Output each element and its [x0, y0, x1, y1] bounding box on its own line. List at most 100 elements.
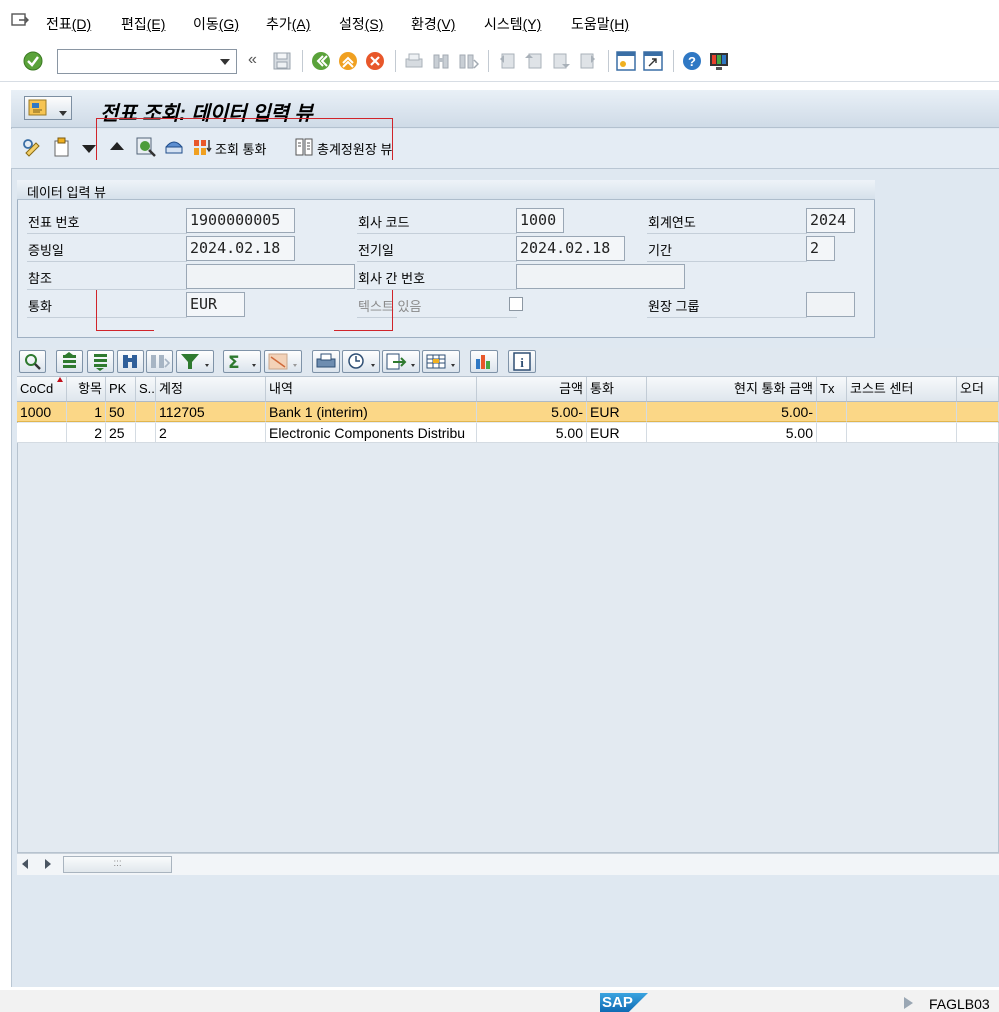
menu-extras[interactable]: 추가(A): [266, 14, 310, 34]
company-code-field[interactable]: 1000: [516, 208, 564, 233]
column-header[interactable]: 내역: [266, 377, 477, 402]
previous-page-icon: [525, 53, 542, 69]
column-header[interactable]: 오더: [957, 377, 999, 402]
currency-field[interactable]: EUR: [186, 292, 245, 317]
cell-s[interactable]: [136, 423, 156, 443]
cancel-icon[interactable]: [364, 50, 386, 72]
cell-tx[interactable]: [817, 402, 847, 422]
exit-icon[interactable]: [337, 50, 359, 72]
print-preview-button[interactable]: [312, 350, 340, 373]
cell-currency[interactable]: EUR: [587, 423, 647, 443]
find-grid-button[interactable]: [117, 350, 144, 373]
help-icon[interactable]: ?: [681, 50, 703, 72]
menu-goto[interactable]: 이동(G): [193, 14, 239, 34]
command-input[interactable]: [58, 50, 208, 73]
total-button[interactable]: Σ: [223, 350, 261, 373]
cell-item[interactable]: 1: [67, 402, 106, 422]
doc-number-field[interactable]: 1900000005: [186, 208, 295, 233]
export-button[interactable]: [382, 350, 420, 373]
cell-account[interactable]: 2: [156, 423, 266, 443]
column-header[interactable]: 계정: [156, 377, 266, 402]
sum-icon: Σ: [228, 353, 256, 373]
other-document-icon[interactable]: [51, 136, 73, 158]
display-header-icon[interactable]: [163, 137, 185, 157]
cell-pk[interactable]: 50: [106, 402, 136, 422]
views-button[interactable]: [342, 350, 380, 373]
column-header[interactable]: Tx: [817, 377, 847, 402]
graphic-button[interactable]: [470, 350, 498, 373]
menu-toggle-icon[interactable]: [10, 12, 30, 30]
cell-s[interactable]: [136, 402, 156, 422]
customize-layout-icon[interactable]: [708, 50, 730, 72]
doc-date-field[interactable]: 2024.02.18: [186, 236, 295, 261]
column-header[interactable]: 현지 통화 금액: [647, 377, 817, 402]
cell-cocd[interactable]: 1000: [17, 402, 67, 422]
text-exists-checkbox[interactable]: [509, 297, 523, 311]
enter-check-icon[interactable]: [22, 50, 44, 72]
general-ledger-view-button[interactable]: 총계정원장 뷰: [317, 139, 392, 158]
sort-ascending-button[interactable]: [56, 350, 83, 373]
posting-date-field[interactable]: 2024.02.18: [516, 236, 625, 261]
shortcut-icon[interactable]: [642, 50, 664, 72]
scroll-right-icon[interactable]: [45, 859, 51, 869]
fiscal-year-field[interactable]: 2024: [806, 208, 855, 233]
bar-chart-icon: [476, 355, 490, 369]
scroll-thumb[interactable]: :::: [63, 856, 172, 873]
period-field[interactable]: 2: [806, 236, 835, 261]
cell-local-amount[interactable]: 5.00-: [647, 402, 817, 422]
save-icon[interactable]: [271, 50, 293, 72]
cell-cost-center[interactable]: [847, 423, 957, 443]
back-icon[interactable]: [310, 50, 332, 72]
document-overview-icon[interactable]: [135, 136, 159, 158]
cell-account[interactable]: 112705: [156, 402, 266, 422]
status-expand-icon[interactable]: [904, 997, 913, 1009]
intercompany-field[interactable]: [516, 264, 685, 289]
menu-help[interactable]: 도움말(H): [571, 14, 629, 34]
cell-pk[interactable]: 25: [106, 423, 136, 443]
cell-currency[interactable]: EUR: [587, 402, 647, 422]
cell-tx[interactable]: [817, 423, 847, 443]
cell-amount[interactable]: 5.00: [477, 423, 587, 443]
cell-text[interactable]: Electronic Components Distribu: [266, 423, 477, 443]
cell-order[interactable]: [957, 423, 999, 443]
cell-local-amount[interactable]: 5.00: [647, 423, 817, 443]
display-currency-button[interactable]: 조회 통화: [215, 139, 266, 158]
column-header[interactable]: 항목: [67, 377, 106, 402]
layout-button[interactable]: [422, 350, 460, 373]
menu-environment[interactable]: 환경(V): [411, 14, 455, 34]
command-dropdown-icon[interactable]: [220, 59, 230, 65]
cell-order[interactable]: [957, 402, 999, 422]
menu-system[interactable]: 시스템(Y): [484, 14, 541, 34]
cell-item[interactable]: 2: [67, 423, 106, 443]
cell-cost-center[interactable]: [847, 402, 957, 422]
command-field[interactable]: [57, 49, 237, 74]
screen-menu-button[interactable]: [24, 96, 72, 120]
menu-settings[interactable]: 설정(S): [339, 14, 383, 34]
menu-document[interactable]: 전표(D): [46, 14, 91, 34]
general-ledger-view-icon[interactable]: [294, 136, 316, 158]
display-change-icon[interactable]: [22, 137, 44, 159]
cell-text[interactable]: Bank 1 (interim): [266, 402, 477, 422]
collapse-icon[interactable]: «: [248, 51, 257, 69]
column-header[interactable]: 금액: [477, 377, 587, 402]
sort-descending-button[interactable]: [87, 350, 114, 373]
display-currency-icon[interactable]: [192, 136, 214, 158]
column-header[interactable]: PK: [106, 377, 136, 402]
new-session-icon[interactable]: [615, 50, 637, 72]
column-header[interactable]: 통화: [587, 377, 647, 402]
previous-document-icon[interactable]: [110, 142, 124, 150]
ledger-group-field[interactable]: [806, 292, 855, 317]
reference-field[interactable]: [186, 264, 355, 289]
column-header[interactable]: S...: [136, 377, 156, 402]
scroll-left-icon[interactable]: [22, 859, 28, 869]
details-button[interactable]: [19, 350, 46, 373]
page-title: 전표 조회: 데이터 입력 뷰: [100, 103, 313, 125]
group-box-header: [17, 180, 875, 200]
filter-button[interactable]: [176, 350, 214, 373]
menu-edit[interactable]: 편집(E): [121, 14, 165, 34]
column-header[interactable]: 코스트 센터: [847, 377, 957, 402]
cell-cocd[interactable]: [17, 423, 67, 443]
info-button[interactable]: i: [508, 350, 536, 373]
next-document-icon[interactable]: [82, 145, 96, 153]
cell-amount[interactable]: 5.00-: [477, 402, 587, 422]
